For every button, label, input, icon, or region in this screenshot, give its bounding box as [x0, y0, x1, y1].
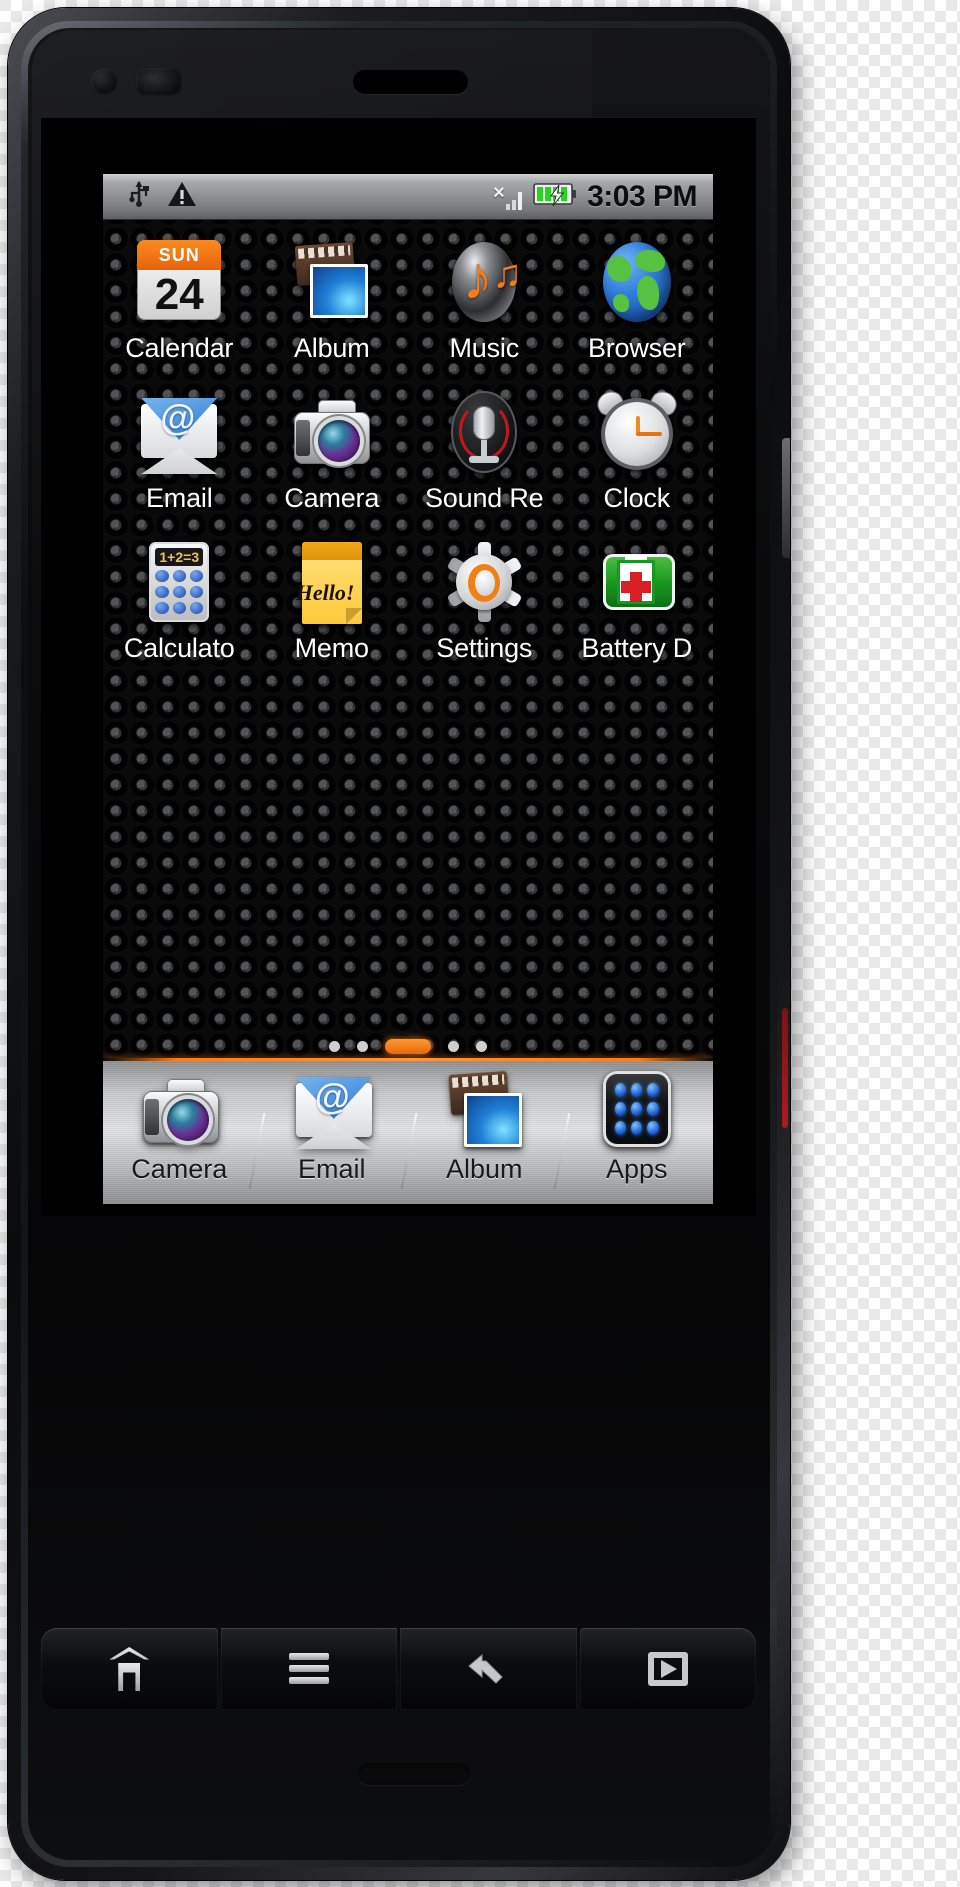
app-label: Battery D — [581, 633, 693, 663]
side-volume-button[interactable] — [782, 438, 790, 558]
side-accent-strip — [782, 1008, 788, 1128]
play-icon — [642, 1647, 694, 1691]
nav-menu-button[interactable] — [220, 1628, 397, 1710]
battery-doctor-icon — [595, 540, 679, 624]
hardware-nav-bar — [41, 1628, 756, 1710]
app-row: SUN 24 Calendar Album ♪ ♫ Music Browser — [103, 234, 713, 384]
apps-drawer-icon — [597, 1069, 677, 1149]
dock-email[interactable]: @ Email — [256, 1061, 409, 1204]
calculator-display: 1+2=3 — [155, 548, 204, 566]
alarm-clock-icon — [593, 387, 681, 474]
app-label: Album — [293, 333, 370, 363]
calendar-icon: SUN 24 — [137, 240, 222, 324]
album-icon — [444, 1069, 524, 1149]
app-sound-recorder[interactable]: Sound Re — [408, 384, 561, 534]
dock-label: Album — [445, 1154, 523, 1184]
dock-label: Camera — [131, 1154, 228, 1184]
page-dot[interactable] — [357, 1041, 368, 1052]
dock-camera[interactable]: Camera — [103, 1061, 256, 1204]
app-label: Clock — [603, 483, 670, 513]
calendar-day: 24 — [154, 270, 204, 319]
app-label: Calculato — [123, 633, 235, 663]
email-envelope-icon: @ — [292, 1069, 372, 1149]
menu-icon — [283, 1647, 335, 1691]
status-bar-notifications[interactable] — [115, 180, 197, 213]
app-calculator[interactable]: 1+2=3 Calculato — [103, 534, 256, 684]
app-clock[interactable]: Clock — [561, 384, 714, 534]
microphone-icon — [442, 390, 526, 474]
bottom-microphone — [358, 1763, 470, 1785]
app-label: Settings — [436, 633, 533, 663]
memo-notepad-icon: Hello! — [290, 540, 374, 624]
app-calendar[interactable]: SUN 24 Calendar — [103, 234, 256, 384]
battery-charging-icon — [533, 180, 577, 213]
phone-display: × 3:03 PM SUN 24 Calendar Album ♪ ♫ Musi… — [41, 118, 756, 1216]
app-row: 1+2=3 Calculato Hello! Memo Settings Bat… — [103, 534, 713, 684]
nav-home-button[interactable] — [41, 1628, 218, 1710]
music-icon: ♪ ♫ — [442, 240, 526, 324]
page-root: × 3:03 PM SUN 24 Calendar Album ♪ ♫ Musi… — [0, 0, 960, 1887]
app-label: Camera — [284, 483, 380, 513]
android-homescreen[interactable]: × 3:03 PM SUN 24 Calendar Album ♪ ♫ Musi… — [103, 174, 713, 1204]
dock-label: Email — [297, 1154, 366, 1184]
phone-chassis: × 3:03 PM SUN 24 Calendar Album ♪ ♫ Musi… — [8, 8, 790, 1880]
app-label: Memo — [294, 633, 369, 663]
app-camera[interactable]: Camera — [256, 384, 409, 534]
at-symbol: @ — [314, 1076, 350, 1117]
app-album[interactable]: Album — [256, 234, 409, 384]
calculator-icon: 1+2=3 — [137, 540, 221, 624]
earpiece-speaker — [353, 70, 468, 94]
app-label: Sound Re — [425, 483, 544, 513]
status-bar-clock: 3:03 PM — [587, 179, 697, 213]
gear-icon — [442, 540, 526, 624]
proximity-sensor — [136, 68, 182, 96]
nav-back-button[interactable] — [400, 1628, 577, 1710]
app-row: @ Email Camera Sound Re Clock — [103, 384, 713, 534]
app-label: Browser — [587, 333, 686, 363]
calendar-weekday: SUN — [137, 240, 222, 270]
camera-icon — [139, 1069, 220, 1149]
dock-apps[interactable]: Apps — [561, 1061, 714, 1204]
app-memo[interactable]: Hello! Memo — [256, 534, 409, 684]
app-battery-doctor[interactable]: Battery D — [561, 534, 714, 684]
page-dot[interactable] — [448, 1041, 459, 1052]
warning-icon — [167, 180, 197, 213]
app-browser[interactable]: Browser — [561, 234, 714, 384]
page-indicator[interactable] — [103, 1039, 713, 1054]
app-email[interactable]: @ Email — [103, 384, 256, 534]
usb-icon — [127, 180, 151, 213]
page-dot[interactable] — [329, 1041, 340, 1052]
email-envelope-icon: @ — [137, 390, 221, 474]
browser-globe-icon — [595, 240, 679, 324]
signal-no-service-icon: × — [493, 182, 527, 212]
memo-text: Hello! — [295, 580, 355, 605]
page-dot[interactable] — [476, 1041, 487, 1052]
app-music[interactable]: ♪ ♫ Music — [408, 234, 561, 384]
nav-play-button[interactable] — [579, 1628, 756, 1710]
page-dot-active[interactable] — [385, 1039, 431, 1054]
dock-album[interactable]: Album — [408, 1061, 561, 1204]
app-label: Calendar — [125, 333, 234, 363]
front-camera — [91, 68, 118, 95]
back-arrow-icon — [462, 1647, 514, 1691]
app-label: Music — [449, 333, 519, 363]
home-icon — [103, 1647, 155, 1691]
app-settings[interactable]: Settings — [408, 534, 561, 684]
app-grid: SUN 24 Calendar Album ♪ ♫ Music Browser … — [103, 220, 713, 1204]
dock-bar: Camera @ Email Album Apps — [103, 1061, 713, 1204]
app-label: Email — [145, 483, 213, 513]
status-bar[interactable]: × 3:03 PM — [103, 174, 713, 220]
status-bar-system-icons[interactable]: × 3:03 PM — [493, 180, 701, 214]
album-icon — [290, 240, 374, 324]
dock-label: Apps — [605, 1154, 668, 1184]
camera-icon — [290, 390, 374, 474]
at-symbol: @ — [160, 397, 196, 438]
